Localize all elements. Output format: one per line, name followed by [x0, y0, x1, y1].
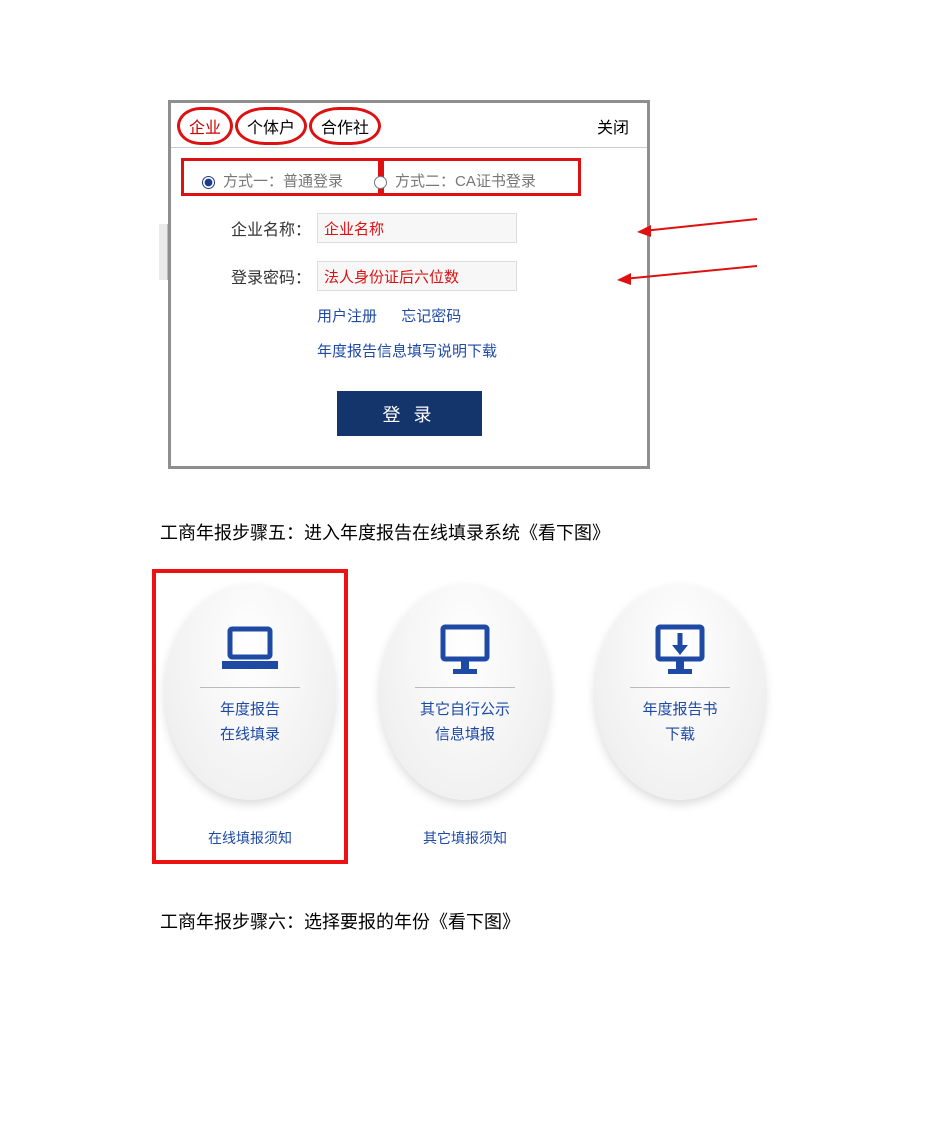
close-button[interactable]: 关闭: [597, 114, 629, 138]
login-button-label: 登 录: [382, 401, 435, 427]
card-report-download: 年度报告书 下载: [590, 585, 770, 800]
mode-normal-radio[interactable]: [202, 176, 215, 189]
card-other-disclosure-notice-link[interactable]: 其它填报须知: [423, 828, 507, 848]
card-annual-report: 年度报告 在线填录 在线填报须知: [160, 585, 340, 848]
card-annual-report-button[interactable]: 年度报告 在线填录: [165, 585, 335, 800]
card-line1: 年度报告: [220, 698, 280, 719]
card-line2: 在线填录: [220, 723, 280, 744]
download-link-row: 年度报告信息填写说明下载: [317, 340, 647, 361]
password-label: 登录密码：: [211, 264, 311, 288]
step5-heading: 工商年报步骤五：进入年度报告在线填录系统《看下图》: [160, 519, 945, 545]
login-modal: 企业 个体户 合作社 关闭 方式一：普通登录 方式二：CA: [168, 100, 650, 469]
card-line2: 信息填报: [435, 723, 495, 744]
mode-ca-login[interactable]: 方式二：CA证书登录: [363, 166, 542, 195]
input-hint: 法人身份证后六位数: [324, 266, 459, 287]
enterprise-name-label: 企业名称：: [211, 216, 311, 240]
login-mode-row: 方式一：普通登录 方式二：CA证书登录: [191, 166, 627, 195]
enterprise-name-input[interactable]: 企业名称: [317, 213, 517, 243]
card-line1: 年度报告书: [642, 698, 717, 719]
tab-individual[interactable]: 个体户: [239, 111, 303, 141]
enterprise-name-row: 企业名称： 企业名称: [211, 213, 647, 243]
tab-label: 个体户: [247, 120, 295, 137]
annotation-arrow-icon: [637, 216, 757, 240]
card-line1: 其它自行公示: [420, 698, 510, 719]
download-monitor-icon: [648, 623, 712, 675]
mode-ca-radio[interactable]: [374, 176, 387, 189]
login-button-row: 登 录: [171, 391, 647, 436]
annotation-arrow-icon: [617, 264, 757, 288]
laptop-icon: [218, 623, 282, 675]
background-fragment: [159, 224, 168, 280]
card-annual-report-notice-link[interactable]: 在线填报须知: [208, 828, 292, 848]
password-input[interactable]: 法人身份证后六位数: [317, 261, 517, 291]
monitor-icon: [433, 623, 497, 675]
login-tabs: 企业 个体户 合作社 关闭: [171, 103, 647, 148]
login-button[interactable]: 登 录: [337, 391, 482, 436]
tab-label: 企业: [189, 120, 221, 137]
helper-links: 用户注册 忘记密码: [317, 305, 647, 326]
password-row: 登录密码： 法人身份证后六位数: [211, 261, 647, 291]
mode-label: 方式一：普通登录: [223, 170, 343, 191]
mode-normal-login[interactable]: 方式一：普通登录: [191, 166, 349, 195]
input-hint: 企业名称: [324, 218, 384, 239]
tab-enterprise[interactable]: 企业: [181, 111, 229, 141]
card-other-disclosure-button[interactable]: 其它自行公示 信息填报: [380, 585, 550, 800]
tab-cooperative[interactable]: 合作社: [313, 111, 377, 141]
card-line2: 下载: [665, 723, 695, 744]
mode-label: 方式二：CA证书登录: [395, 170, 536, 191]
card-report-download-button[interactable]: 年度报告书 下载: [595, 585, 765, 800]
forgot-password-link[interactable]: 忘记密码: [401, 308, 461, 325]
register-link[interactable]: 用户注册: [317, 308, 377, 325]
step6-heading: 工商年报步骤六：选择要报的年份《看下图》: [160, 908, 945, 934]
manual-download-link[interactable]: 年度报告信息填写说明下载: [317, 343, 497, 360]
tab-label: 合作社: [321, 120, 369, 137]
card-other-disclosure: 其它自行公示 信息填报 其它填报须知: [375, 585, 555, 848]
cards-row: 年度报告 在线填录 在线填报须知 其它自行公示 信息填报 其它填报须知: [160, 585, 945, 848]
close-label: 关闭: [597, 120, 629, 137]
